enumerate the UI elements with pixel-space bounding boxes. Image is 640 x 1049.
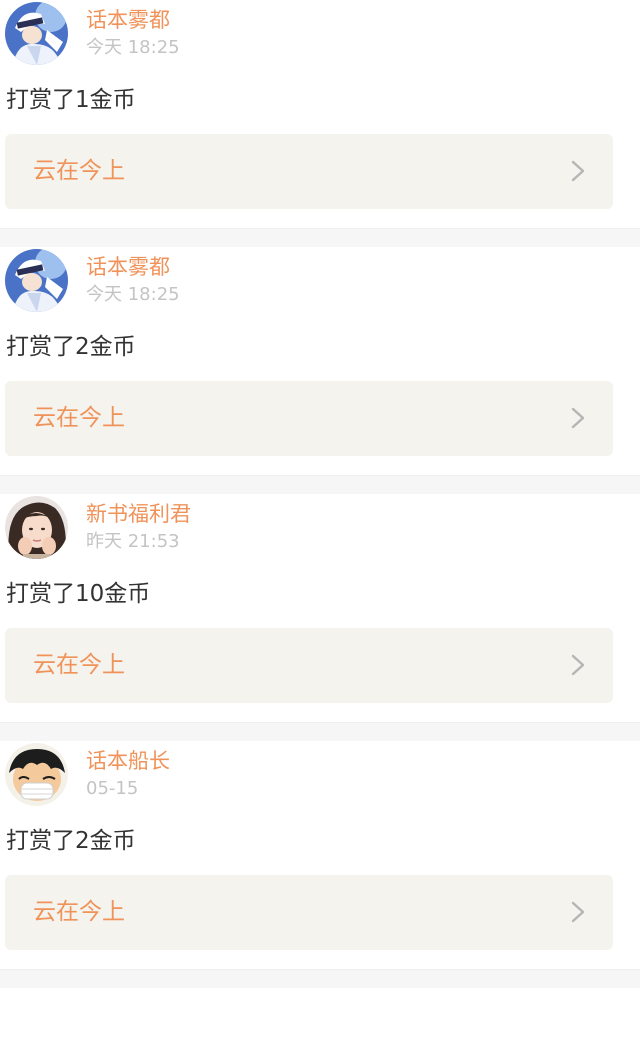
girl-photo-avatar-icon [5, 496, 68, 559]
reward-text: 打赏了1金币 [6, 87, 136, 113]
reward-text: 打赏了2金币 [6, 334, 136, 360]
book-title: 云在今上 [33, 899, 125, 925]
username[interactable]: 话本雾都 [86, 6, 170, 34]
book-title: 云在今上 [33, 652, 125, 678]
user-avatar[interactable] [5, 743, 68, 806]
card-separator [0, 969, 640, 988]
reward-card: 话本船长 05-15 打赏了2金币 云在今上 [0, 741, 640, 969]
anime-character-avatar-icon [5, 2, 68, 65]
anime-character-avatar-icon [5, 249, 68, 312]
username[interactable]: 话本雾都 [86, 253, 170, 281]
reward-text: 打赏了2金币 [6, 828, 136, 854]
chevron-right-icon [569, 159, 587, 183]
chevron-right-icon [569, 406, 587, 430]
user-avatar[interactable] [5, 2, 68, 65]
card-separator [0, 228, 640, 247]
card-separator [0, 475, 640, 494]
timestamp: 昨天 21:53 [86, 531, 180, 552]
reward-text: 打赏了10金币 [6, 581, 151, 607]
reward-feed: 话本雾都 今天 18:25 打赏了1金币 云在今上 话本雾都 今天 18:25 … [0, 0, 640, 988]
reward-card: 话本雾都 今天 18:25 打赏了1金币 云在今上 [0, 0, 640, 228]
card-separator [0, 722, 640, 741]
user-avatar[interactable] [5, 249, 68, 312]
reward-card: 话本雾都 今天 18:25 打赏了2金币 云在今上 [0, 247, 640, 475]
timestamp: 今天 18:25 [86, 284, 180, 305]
user-avatar[interactable] [5, 496, 68, 559]
reward-card: 新书福利君 昨天 21:53 打赏了10金币 云在今上 [0, 494, 640, 722]
chevron-right-icon [569, 653, 587, 677]
book-link[interactable]: 云在今上 [5, 134, 613, 209]
book-link[interactable]: 云在今上 [5, 628, 613, 703]
timestamp: 今天 18:25 [86, 37, 180, 58]
username[interactable]: 话本船长 [86, 747, 170, 775]
book-link[interactable]: 云在今上 [5, 875, 613, 950]
chevron-right-icon [569, 900, 587, 924]
book-title: 云在今上 [33, 158, 125, 184]
book-link[interactable]: 云在今上 [5, 381, 613, 456]
timestamp: 05-15 [86, 778, 139, 799]
cartoon-pirate-avatar-icon [5, 743, 68, 806]
username[interactable]: 新书福利君 [86, 500, 191, 528]
book-title: 云在今上 [33, 405, 125, 431]
